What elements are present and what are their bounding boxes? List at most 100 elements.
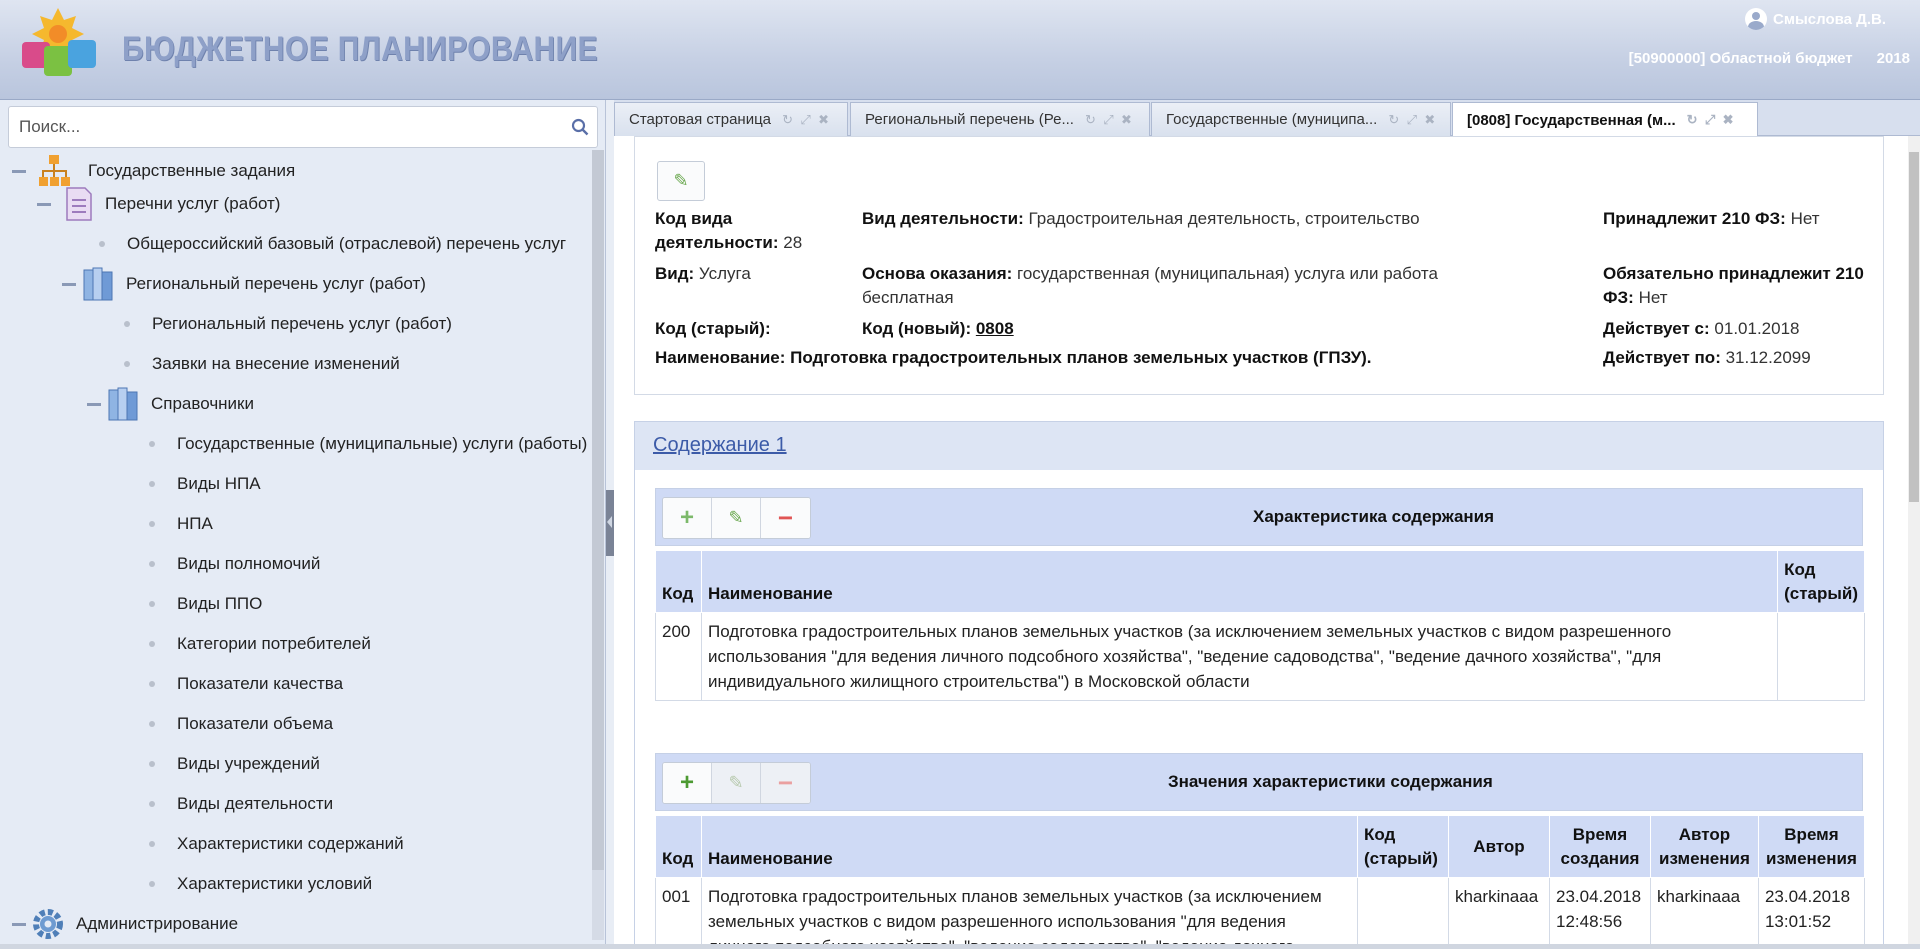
tree-item-administration[interactable]: Администрирование xyxy=(12,907,238,941)
tree-item-regional-list-group[interactable]: Региональный перечень услуг (работ) xyxy=(62,267,426,301)
close-icon[interactable]: ✖ xyxy=(1120,112,1133,128)
collapse-icon[interactable] xyxy=(37,202,51,206)
column-header-modifier[interactable]: Автор изменения xyxy=(1649,815,1759,878)
table-title: Характеристика содержания xyxy=(1253,507,1495,526)
tree-item-label: Категории потребителей xyxy=(177,634,371,653)
puzzle-logo-icon xyxy=(22,8,96,76)
app-header: БЮДЖЕТНОЕ ПЛАНИРОВАНИЕ Смыслова Д.В. [50… xyxy=(0,0,1920,100)
collapse-icon[interactable] xyxy=(12,922,26,926)
refresh-icon[interactable]: ↻ xyxy=(1084,112,1097,128)
new-code-link[interactable]: 0808 xyxy=(976,319,1014,338)
column-header-old-code[interactable]: Код (старый) xyxy=(1777,550,1865,613)
field-label: Действует с: xyxy=(1603,319,1710,338)
refresh-icon[interactable]: ↻ xyxy=(1387,112,1400,128)
cell-name: Подготовка градостроительных планов земе… xyxy=(700,612,1779,701)
column-header-modified[interactable]: Время изменения xyxy=(1757,815,1866,878)
tree-item-change-requests[interactable]: Заявки на внесение изменений xyxy=(124,347,400,381)
tree-item-state-tasks[interactable]: Государственные задания xyxy=(12,154,295,188)
tree-item-state-services[interactable]: Государственные (муниципальные) услуги (… xyxy=(149,427,587,461)
tree-item-ppo-types[interactable]: Виды ППО xyxy=(149,587,262,621)
collapse-icon[interactable] xyxy=(87,402,101,406)
tab-service-0808[interactable]: [0808] Государственная (м... ↻ ⤢ ✖ xyxy=(1452,102,1758,137)
tree-item-label: НПА xyxy=(177,514,213,533)
tree-item-quality-indicators[interactable]: Показатели качества xyxy=(149,667,343,701)
tab-start-page[interactable]: Стартовая страница ↻ ⤢ ✖ xyxy=(614,102,848,136)
section-title-link[interactable]: Содержание 1 xyxy=(653,434,787,457)
tab-regional-list[interactable]: Региональный перечень (Ре... ↻ ⤢ ✖ xyxy=(850,102,1150,136)
toolbar-buttons: + ✎ − xyxy=(662,497,811,539)
tree-item-regional-list[interactable]: Региональный перечень услуг (работ) xyxy=(124,307,452,341)
tree-item-activity-types[interactable]: Виды деятельности xyxy=(149,787,333,821)
bottom-scrollbar[interactable] xyxy=(0,944,1920,949)
characteristic-table: Код Наименование Код (старый) 200 Подгот… xyxy=(655,550,1865,701)
cell-modified: 23.04.2018 13:01:52 xyxy=(1757,877,1866,949)
close-icon[interactable]: ✖ xyxy=(1423,112,1436,128)
panel-collapse-handle[interactable] xyxy=(606,490,614,556)
tree-item-consumer-categories[interactable]: Категории потребителей xyxy=(149,627,371,661)
column-header-code[interactable]: Код xyxy=(655,550,702,613)
tab-label: Государственные (муниципа... xyxy=(1166,111,1378,128)
fz210-required-flag: Обязательно принадлежит 210 ФЗ: Нет xyxy=(1603,262,1883,310)
field-value: 01.01.2018 xyxy=(1714,319,1800,338)
sidebar-scrollbar-thumb[interactable] xyxy=(592,150,604,870)
field-value: Нет xyxy=(1790,209,1820,228)
tree-item-authority-types[interactable]: Виды полномочий xyxy=(149,547,320,581)
field-label: Код вида деятельности: xyxy=(655,209,779,252)
edit-button[interactable]: ✎ xyxy=(712,763,761,803)
tree-item-service-lists[interactable]: Перечни услуг (работ) xyxy=(37,187,280,221)
column-header-name[interactable]: Наименование xyxy=(700,815,1359,878)
refresh-icon[interactable]: ↻ xyxy=(1686,112,1699,128)
close-icon[interactable]: ✖ xyxy=(817,112,830,128)
expand-icon[interactable]: ⤢ xyxy=(799,112,812,128)
tab-state-services[interactable]: Государственные (муниципа... ↻ ⤢ ✖ xyxy=(1151,102,1451,136)
tree-item-directories[interactable]: Справочники xyxy=(87,387,254,421)
tree-item-condition-characteristics[interactable]: Характеристики условий xyxy=(149,867,372,901)
tree-item-all-russian-list[interactable]: Общероссийский базовый (отраслевой) пере… xyxy=(99,227,566,261)
tree-item-npa[interactable]: НПА xyxy=(149,507,213,541)
add-button[interactable]: + xyxy=(663,763,712,803)
books-icon xyxy=(108,387,138,421)
cell-created: 23.04.2018 12:48:56 xyxy=(1548,877,1651,949)
tree-item-content-characteristics[interactable]: Характеристики содержаний xyxy=(149,827,404,861)
tree-item-npa-types[interactable]: Виды НПА xyxy=(149,467,261,501)
edit-record-button[interactable]: ✎ xyxy=(657,161,705,201)
expand-icon[interactable]: ⤢ xyxy=(1102,112,1115,128)
cell-old-code xyxy=(1777,612,1865,701)
refresh-icon[interactable]: ↻ xyxy=(781,112,794,128)
bullet-icon xyxy=(149,601,155,607)
table-title: Значения характеристики содержания xyxy=(1168,772,1493,791)
content-scrollbar-thumb[interactable] xyxy=(1909,152,1919,502)
delete-button[interactable]: − xyxy=(761,763,810,803)
sidebar: Государственные задания Перечни услуг (р… xyxy=(0,100,606,949)
close-icon[interactable]: ✖ xyxy=(1722,112,1735,128)
expand-icon[interactable]: ⤢ xyxy=(1704,112,1717,128)
column-header-created[interactable]: Время создания xyxy=(1548,815,1651,878)
column-header-old-code[interactable]: Код (старый) xyxy=(1357,815,1449,878)
user-menu[interactable]: Смыслова Д.В. xyxy=(1745,8,1886,30)
pencil-icon: ✎ xyxy=(728,772,744,793)
column-header-code[interactable]: Код xyxy=(655,815,702,878)
field-value: Градостроительная деятельность, строител… xyxy=(1028,209,1420,228)
collapse-icon[interactable] xyxy=(12,169,26,173)
tree-item-label: Справочники xyxy=(151,394,254,413)
search-input[interactable] xyxy=(19,107,559,147)
expand-icon[interactable]: ⤢ xyxy=(1405,112,1418,128)
tree-item-volume-indicators[interactable]: Показатели объема xyxy=(149,707,333,741)
tree-item-label: Показатели качества xyxy=(177,674,344,693)
tree-item-label: Характеристики условий xyxy=(177,874,373,893)
bullet-icon xyxy=(149,681,155,687)
collapse-icon[interactable] xyxy=(62,282,76,286)
table-row[interactable]: 001 Подготовка градостроительных планов … xyxy=(655,877,1866,949)
column-header-name[interactable]: Наименование xyxy=(700,550,1779,613)
search-icon[interactable] xyxy=(571,118,589,136)
column-header-author[interactable]: Автор xyxy=(1448,815,1550,878)
tree-item-institution-types[interactable]: Виды учреждений xyxy=(149,747,320,781)
table-row[interactable]: 200 Подготовка градостроительных планов … xyxy=(655,612,1865,701)
main-content: ✎ Код вида деятельности: 28 Вид деятельн… xyxy=(614,136,1908,949)
add-button[interactable]: + xyxy=(663,498,712,538)
tree-item-label: Перечни услуг (работ) xyxy=(105,194,281,213)
delete-button[interactable]: − xyxy=(761,498,810,538)
bullet-icon xyxy=(149,521,155,527)
edit-button[interactable]: ✎ xyxy=(712,498,761,538)
tree-item-label: Государственные (муниципальные) услуги (… xyxy=(177,434,588,453)
